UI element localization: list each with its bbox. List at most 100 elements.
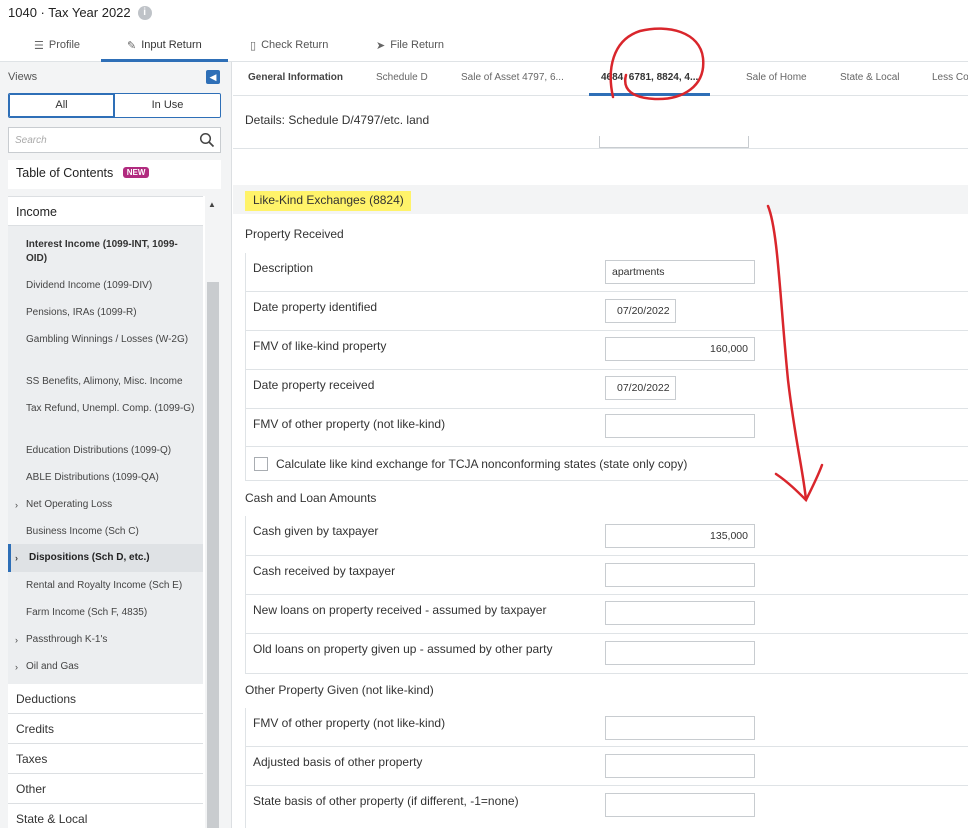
details-label: Details: Schedule D/4797/etc. land <box>245 113 430 127</box>
row-tcja-checkbox: Calculate like kind exchange for TCJA no… <box>245 447 968 481</box>
group-label-property-received: Property Received <box>245 227 344 241</box>
search-box[interactable]: Search <box>8 127 221 153</box>
toc-item-label: Dispositions (Sch D, etc.) <box>29 552 150 563</box>
views-label: Views <box>8 71 38 83</box>
description-input[interactable]: apartments <box>605 260 755 284</box>
toc-item-dispositions[interactable]: › Dispositions (Sch D, etc.) <box>8 544 203 572</box>
toc-item-oil-gas[interactable]: › Oil and Gas <box>8 660 203 674</box>
chevron-right-icon: › <box>15 635 18 645</box>
fmv-other-received-input[interactable] <box>605 414 755 438</box>
chevron-right-icon: › <box>15 662 18 672</box>
row-label: FMV of other property (not like-kind) <box>253 716 446 730</box>
adjusted-basis-input[interactable] <box>605 754 755 778</box>
row-label: Cash given by taxpayer <box>253 524 379 538</box>
new-badge: NEW <box>122 167 150 178</box>
tcja-checkbox[interactable] <box>254 457 268 471</box>
row-state-basis: State basis of other property (if differ… <box>245 786 968 828</box>
view-all-button[interactable]: All <box>9 94 115 117</box>
toc-item-able-distributions[interactable]: ABLE Distributions (1099-QA) <box>8 471 203 485</box>
tcja-checkbox-label[interactable]: Calculate like kind exchange for TCJA no… <box>276 457 687 471</box>
main-content: General Information Schedule D Sale of A… <box>233 62 968 828</box>
toc-item-label: Passthrough K-1's <box>26 634 108 645</box>
row-cash-given: Cash given by taxpayer 135,000 <box>245 516 968 556</box>
category-taxes[interactable]: Taxes <box>8 744 203 774</box>
row-label: Old loans on property given up - assumed… <box>253 642 553 656</box>
row-date-identified: Date property identified 07/20/2022 <box>245 292 968 331</box>
tab-check-return-label: Check Return <box>261 39 329 51</box>
tab-profile[interactable]: ☰ Profile <box>34 39 80 62</box>
new-loans-input[interactable] <box>605 601 755 625</box>
fmv-other-given-input[interactable] <box>605 716 755 740</box>
row-label: Description <box>253 261 314 275</box>
pencil-icon: ✎ <box>127 40 137 52</box>
toc-item-ss-benefits[interactable]: SS Benefits, Alimony, Misc. Income <box>8 375 203 389</box>
subtab-less-common[interactable]: Less Co <box>932 72 968 96</box>
subtab-schedule-d[interactable]: Schedule D <box>376 72 428 96</box>
table-of-contents-header: Table of Contents NEW <box>8 160 221 189</box>
search-icon[interactable] <box>199 132 215 148</box>
row-adjusted-basis: Adjusted basis of other property <box>245 747 968 786</box>
subtab-sale-of-asset[interactable]: Sale of Asset 4797, 6... <box>461 72 564 96</box>
list-icon: ☰ <box>34 40 44 52</box>
category-income[interactable]: Income <box>8 196 203 226</box>
tab-input-return[interactable]: ✎ Input Return <box>101 39 228 62</box>
row-label: Cash received by taxpayer <box>253 564 396 578</box>
date-identified-input[interactable]: 07/20/2022 <box>605 299 676 323</box>
row-label: FMV of like-kind property <box>253 339 387 353</box>
row-fmv-other-received: FMV of other property (not like-kind) <box>245 409 968 447</box>
view-toggle: All In Use <box>8 93 221 118</box>
group-label-cash-loan: Cash and Loan Amounts <box>245 491 377 505</box>
subtab-state-local[interactable]: State & Local <box>840 72 899 96</box>
toc-item-farm-income[interactable]: Farm Income (Sch F, 4835) <box>8 606 203 620</box>
tab-input-return-label: Input Return <box>141 39 202 51</box>
category-state-local[interactable]: State & Local <box>8 804 203 828</box>
old-loans-input[interactable] <box>605 641 755 665</box>
view-in-use-button[interactable]: In Use <box>115 94 220 117</box>
collapse-sidebar-button[interactable]: ◀ <box>206 70 220 84</box>
row-label: State basis of other property (if differ… <box>253 794 519 808</box>
toc-item-rental-royalty[interactable]: Rental and Royalty Income (Sch E) <box>8 579 203 593</box>
previous-field[interactable] <box>599 136 749 148</box>
toc-item-gambling[interactable]: Gambling Winnings / Losses (W-2G) <box>8 333 203 347</box>
subtab-4684-6781-8824[interactable]: 4684, 6781, 8824, 4... <box>589 72 711 96</box>
toc-item-business-income[interactable]: Business Income (Sch C) <box>8 525 203 539</box>
divider <box>233 148 968 149</box>
row-description: Description apartments <box>245 253 968 292</box>
info-icon[interactable]: i <box>137 5 152 20</box>
subtab-sale-of-home[interactable]: Sale of Home <box>746 72 807 96</box>
category-deductions[interactable]: Deductions <box>8 684 203 714</box>
toc-list: Income Interest Income (1099-INT, 1099-O… <box>8 196 221 828</box>
category-other[interactable]: Other <box>8 774 203 804</box>
fmv-like-kind-input[interactable]: 160,000 <box>605 337 755 361</box>
scroll-up-icon[interactable]: ▲ <box>208 200 216 209</box>
toc-item-label: Oil and Gas <box>26 661 79 672</box>
sidebar-scrollbar-thumb[interactable] <box>207 282 219 828</box>
return-title-text: 1040 · Tax Year 2022 <box>8 5 131 20</box>
toc-item-interest-income[interactable]: Interest Income (1099-INT, 1099-OID) <box>8 238 203 266</box>
tab-check-return[interactable]: ▯ Check Return <box>250 39 328 62</box>
row-label: Date property identified <box>253 300 378 314</box>
income-subitems: Interest Income (1099-INT, 1099-OID) Div… <box>8 226 203 684</box>
subtab-general-information[interactable]: General Information <box>248 72 343 96</box>
tab-file-return[interactable]: ➤ File Return <box>376 39 444 62</box>
cash-given-input[interactable]: 135,000 <box>605 524 755 548</box>
toc-item-label: Net Operating Loss <box>26 499 113 510</box>
tab-profile-label: Profile <box>48 39 81 51</box>
toc-item-tax-refund[interactable]: Tax Refund, Unempl. Comp. (1099-G) <box>8 402 203 416</box>
toc-item-pensions-iras[interactable]: Pensions, IRAs (1099-R) <box>8 306 203 320</box>
send-icon: ➤ <box>376 40 386 52</box>
toc-item-passthrough-k1[interactable]: › Passthrough K-1's <box>8 633 203 647</box>
toc-item-dividend-income[interactable]: Dividend Income (1099-DIV) <box>8 279 203 293</box>
row-label: New loans on property received - assumed… <box>253 603 547 617</box>
toc-item-net-operating-loss[interactable]: › Net Operating Loss <box>8 498 203 512</box>
main-tabs: ☰ Profile ✎ Input Return ▯ Check Return … <box>0 37 968 62</box>
group-label-other-given: Other Property Given (not like-kind) <box>245 683 434 697</box>
row-fmv-other-given: FMV of other property (not like-kind) <box>245 708 968 747</box>
category-credits[interactable]: Credits <box>8 714 203 744</box>
date-received-input[interactable]: 07/20/2022 <box>605 376 676 400</box>
toc-item-education-distributions[interactable]: Education Distributions (1099-Q) <box>8 444 203 458</box>
state-basis-input[interactable] <box>605 793 755 817</box>
cash-received-input[interactable] <box>605 563 755 587</box>
section-title-like-kind: Like-Kind Exchanges (8824) <box>245 191 411 211</box>
app-header: 1040 · Tax Year 2022 i ☰ Profile ✎ Input… <box>0 0 968 62</box>
